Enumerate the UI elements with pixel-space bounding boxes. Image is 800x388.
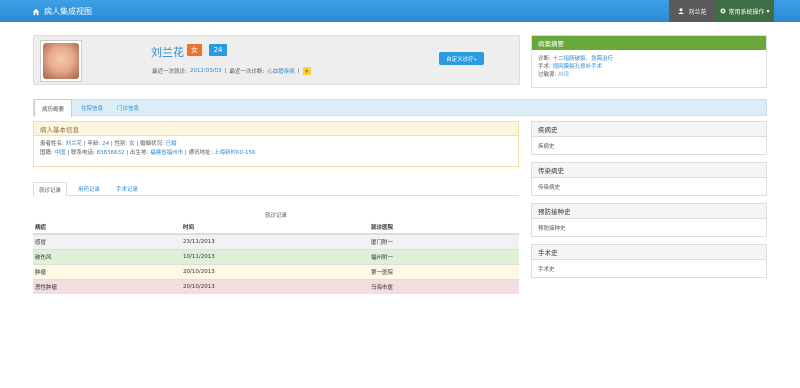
patient-age: 24 bbox=[102, 141, 110, 147]
col-time: 时间 bbox=[181, 220, 369, 235]
brand[interactable]: 病人集成视图 bbox=[32, 6, 92, 17]
address: 上海新村60-156 bbox=[214, 150, 256, 156]
caret-down-icon: ▾ bbox=[766, 7, 770, 15]
subtab-visits[interactable]: 就诊记录 bbox=[33, 182, 68, 197]
patient-name: 刘兰花 bbox=[151, 46, 184, 59]
basic-info-panel: 病人基本信息 患者姓名: 刘兰花 | 年龄: 24 | 性别: 女 | 婚姻状况… bbox=[33, 121, 519, 167]
disease-history-title: 疾病史 bbox=[532, 122, 766, 137]
last-diag-value[interactable]: 心血管疾病 bbox=[267, 67, 295, 75]
disease-history-panel: 疾病史 疾病史 bbox=[531, 121, 767, 155]
table-row[interactable]: 破伤风 10/11/2013 福州附一 bbox=[33, 248, 519, 264]
vaccination-history-body: 预防接种史 bbox=[538, 226, 566, 232]
surgery-history-body: 手术史 bbox=[538, 267, 555, 273]
last-visit-date[interactable]: 2012/03/03 bbox=[190, 68, 222, 74]
record-subtabs: 就诊记录 用药记录 手术记录 bbox=[33, 182, 519, 197]
user-menu[interactable]: 刘兰花 bbox=[669, 0, 716, 22]
star-icon[interactable]: ★ bbox=[302, 67, 311, 75]
subtab-medication[interactable]: 用药记录 bbox=[73, 182, 105, 196]
user-name: 刘兰花 bbox=[688, 8, 707, 16]
top-navbar: 病人集成视图 刘兰花 常用系统操作 ▾ bbox=[0, 0, 800, 22]
last-visit-label: 最近一次就诊: bbox=[152, 69, 187, 75]
tab-overview[interactable]: 病历概要 bbox=[34, 99, 73, 117]
visits-caption: 就诊记录 bbox=[264, 213, 287, 219]
vaccination-history-panel: 预防接种史 预防接种史 bbox=[531, 203, 767, 237]
last-diag-label: 最近一次诊断: bbox=[229, 69, 265, 75]
col-disease: 病症 bbox=[33, 220, 181, 235]
patient-fullname: 刘兰花 bbox=[65, 141, 83, 147]
summary-diagnosis: 十二指肠破裂、急需治疗 bbox=[552, 56, 614, 62]
patient-avatar bbox=[40, 40, 82, 82]
marital-status: 已婚 bbox=[165, 141, 177, 147]
patient-sex: 女 bbox=[129, 141, 135, 147]
age-badge: 24 bbox=[209, 44, 227, 56]
col-hospital: 就诊医院 bbox=[369, 220, 519, 235]
app-title: 病人集成视图 bbox=[44, 7, 92, 16]
summary-body: 诊断: 十二指肠破裂、急需治疗 手术: 视网膜裂孔修补手术 过敏源: 川贝 bbox=[538, 56, 614, 78]
surgery-history-title: 手术史 bbox=[532, 245, 766, 260]
home-icon bbox=[32, 8, 40, 15]
table-row[interactable]: 肿瘤 20/10/2013 第一医院 bbox=[33, 263, 519, 279]
tab-outpatient[interactable]: 门诊信息 bbox=[110, 100, 146, 116]
infectious-history-title: 传染病史 bbox=[532, 163, 766, 178]
vaccination-history-title: 预防接种史 bbox=[532, 204, 766, 219]
sex-badge: 女 bbox=[187, 44, 202, 56]
custom-treatment-button[interactable]: 自定义诊疗» bbox=[439, 52, 484, 65]
tab-inpatient[interactable]: 住院信息 bbox=[74, 100, 110, 116]
table-row[interactable]: 恶性肿瘤 20/10/2013 乌海市医 bbox=[33, 278, 519, 294]
disease-history-body: 疾病史 bbox=[538, 144, 555, 150]
surgery-history-panel: 手术史 手术史 bbox=[531, 244, 767, 278]
basic-row-2: 国籍: 中国 | 联系电话: 83836632 | 出生地: 福建省福州市 | … bbox=[40, 150, 256, 156]
summary-surgery: 视网膜裂孔修补手术 bbox=[552, 64, 603, 70]
table-row[interactable]: 感冒 23/11/2013 厦门附一 bbox=[33, 233, 519, 249]
phone: 83836632 bbox=[96, 150, 125, 156]
visit-meta: 最近一次就诊: 2012/03/03 | 最近一次诊断: 心血管疾病 | ★ bbox=[152, 67, 311, 75]
patient-profile-card: 刘兰花 女 24 最近一次就诊: 2012/03/03 | 最近一次诊断: 心血… bbox=[33, 35, 520, 85]
table-header: 病症 时间 就诊医院 bbox=[33, 220, 519, 235]
visits-table: 病症 时间 就诊医院 感冒 23/11/2013 厦门附一 破伤风 10/11/201… bbox=[33, 220, 519, 294]
basic-row-1: 患者姓名: 刘兰花 | 年龄: 24 | 性别: 女 | 婚姻状况: 已婚 bbox=[40, 141, 177, 147]
gear-icon bbox=[720, 8, 727, 14]
nationality: 中国 bbox=[54, 150, 66, 156]
system-menu-button[interactable]: 常用系统操作 ▾ bbox=[716, 0, 774, 22]
main-tabs: 病历概要 住院信息 门诊信息 bbox=[33, 99, 767, 117]
system-menu-label: 常用系统操作 bbox=[728, 8, 765, 16]
user-icon bbox=[678, 8, 685, 14]
summary-title: 病案摘要 bbox=[532, 36, 766, 50]
basic-info-title: 病人基本信息 bbox=[34, 122, 518, 136]
case-summary-panel: 病案摘要 诊断: 十二指肠破裂、急需治疗 手术: 视网膜裂孔修补手术 过敏源: … bbox=[531, 35, 767, 88]
infectious-history-panel: 传染病史 传染病史 bbox=[531, 162, 767, 196]
infectious-history-body: 传染病史 bbox=[538, 185, 561, 191]
birthplace: 福建省福州市 bbox=[150, 150, 184, 156]
subtab-surgery[interactable]: 手术记录 bbox=[111, 182, 143, 196]
summary-allergy: 川贝 bbox=[558, 72, 570, 78]
